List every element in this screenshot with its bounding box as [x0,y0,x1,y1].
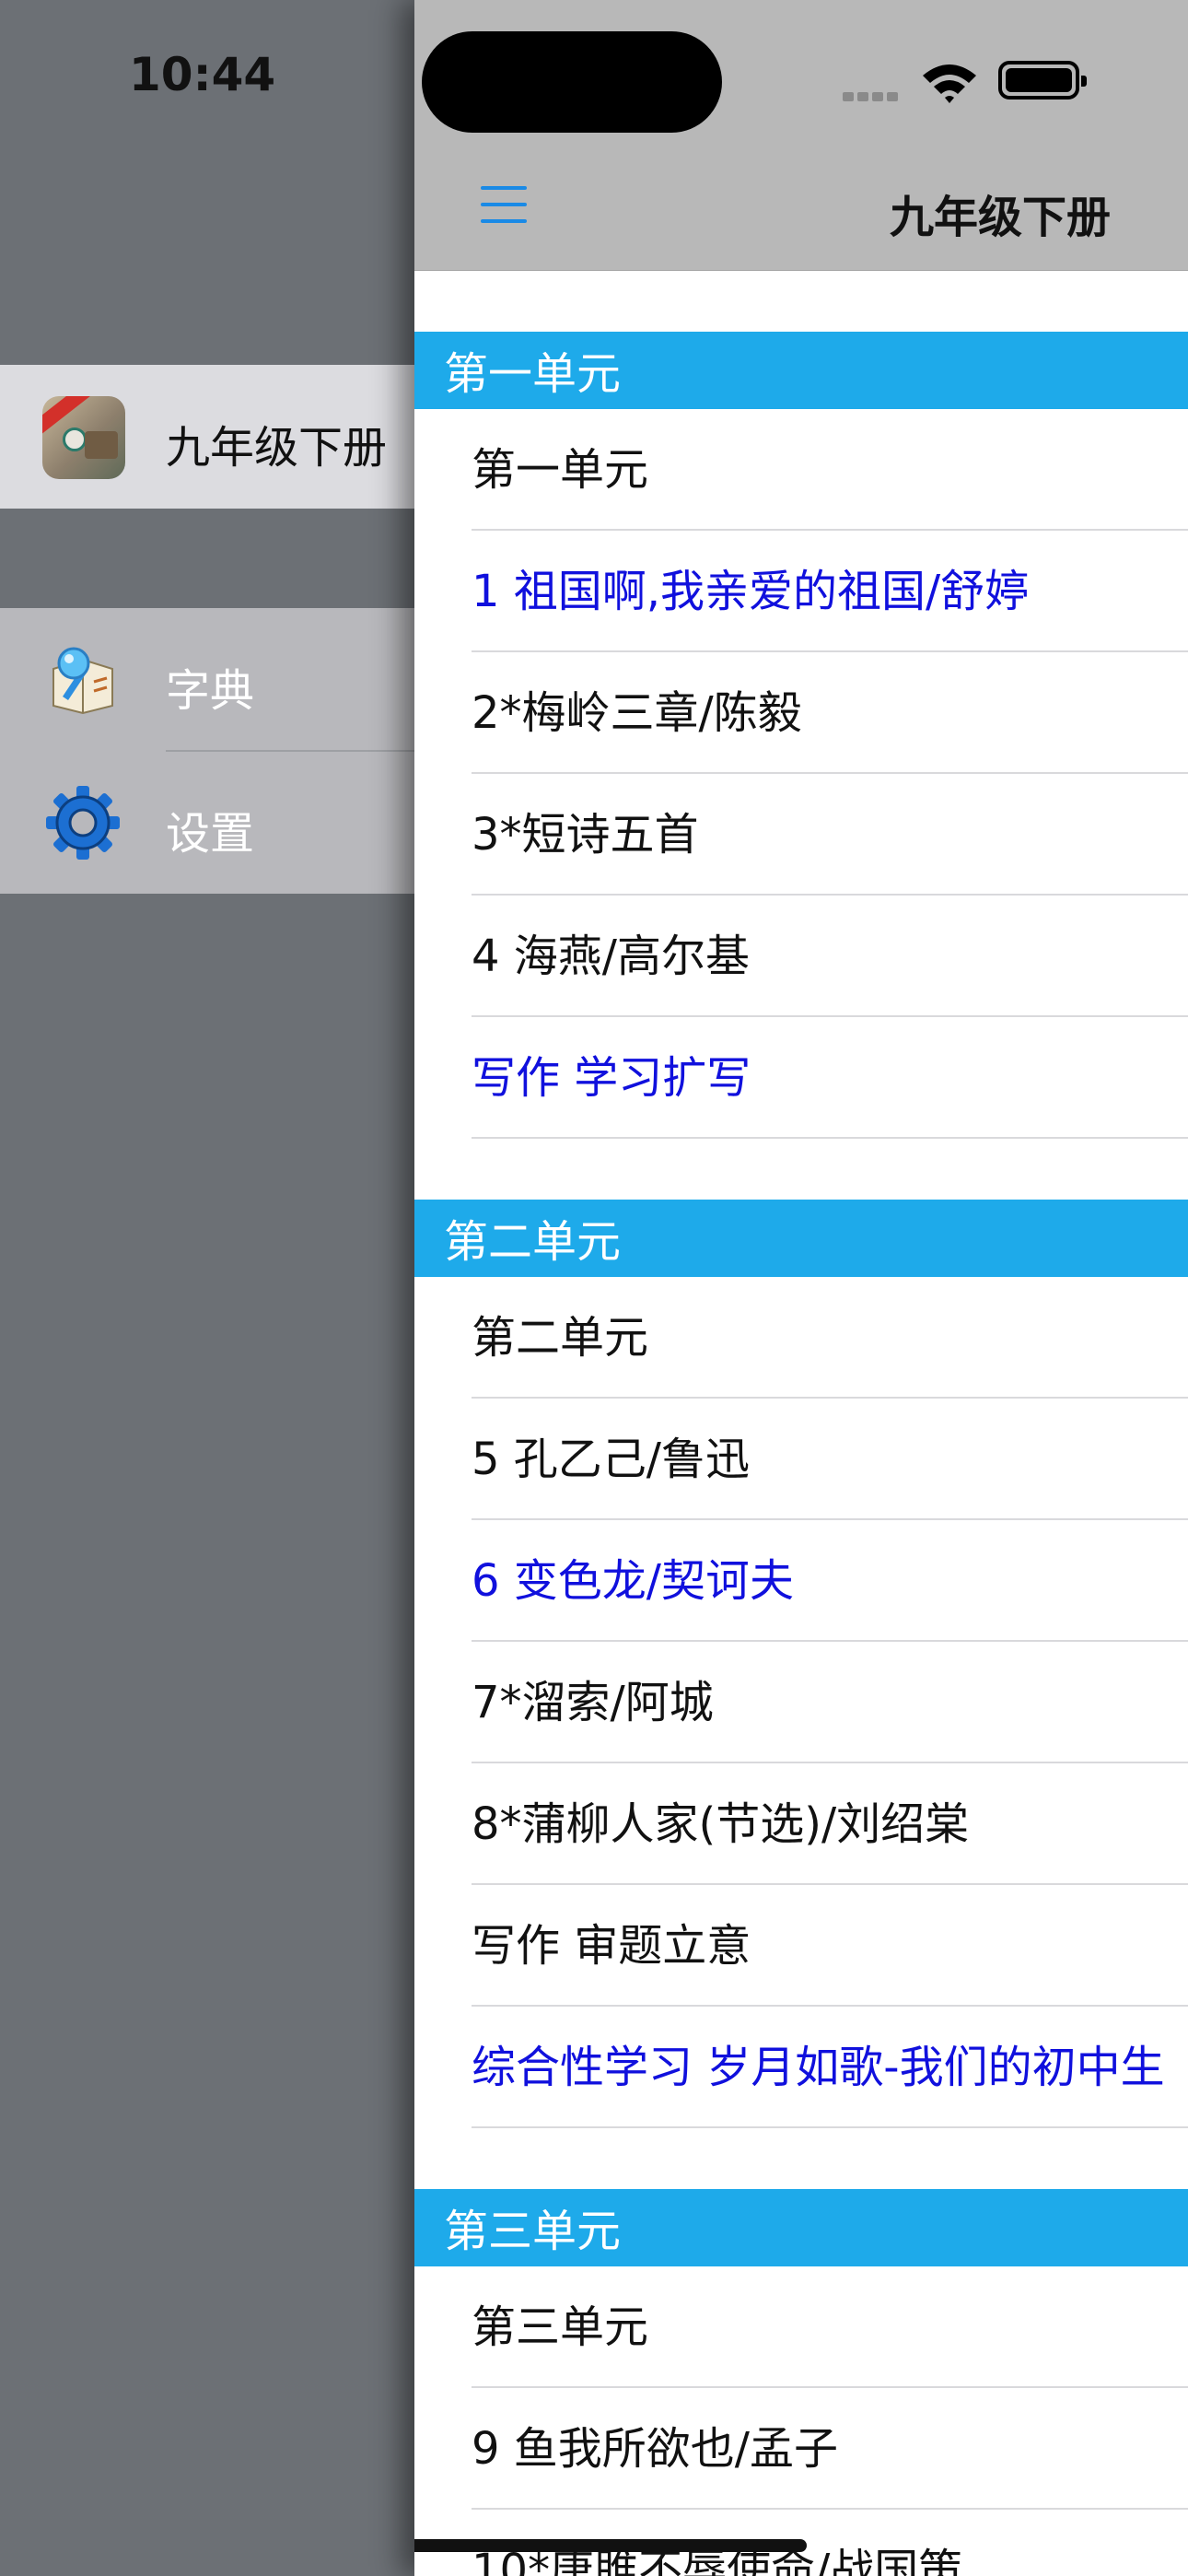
lesson-row[interactable]: 1 祖国啊,我亲爱的祖国/舒婷 [414,531,1188,652]
section-header: 第三单元 [414,2189,1188,2266]
lesson-row[interactable]: 第三单元 [414,2266,1188,2388]
wifi-icon [923,64,976,103]
lesson-list: 第一单元 第一单元 1 祖国啊,我亲爱的祖国/舒婷 2*梅岭三章/陈毅 3*短诗五首 4 … [414,271,1188,2576]
lesson-row[interactable]: 第二单元 [414,1277,1188,1399]
dictionary-icon [52,647,113,715]
lesson-row[interactable]: 3*短诗五首 [414,774,1188,896]
book-cover-icon [42,396,125,479]
side-menu-item-dictionary[interactable]: 字典 [0,608,414,751]
section-header: 第二单元 [414,1200,1188,1277]
main-panel: 九年级下册 第一单元 第一单元 1 祖国啊,我亲爱的祖国/舒婷 2*梅岭三章/陈毅 3*… [414,0,1188,2576]
status-time: 10:44 [129,48,276,101]
home-indicator [414,2539,807,2552]
hamburger-menu-icon[interactable] [481,184,527,225]
page-title: 九年级下册 [890,192,1112,243]
gear-icon [46,786,120,860]
lesson-row[interactable]: 9 鱼我所欲也/孟子 [414,2388,1188,2510]
side-menu: 10:44 九年级下册 字典 设置 [0,0,414,2576]
lesson-row[interactable]: 8*蒲柳人家(节选)/刘绍棠 [414,1763,1188,1885]
cellular-signal-icon [843,88,907,101]
lesson-row[interactable]: 4 海燕/高尔基 [414,896,1188,1017]
side-menu-item-book[interactable]: 九年级下册 [0,365,414,509]
lesson-row[interactable]: 写作 审题立意 [414,1885,1188,2007]
side-menu-tools: 字典 设置 [0,608,414,894]
lesson-row[interactable]: 7*溜索/阿城 [414,1642,1188,1763]
section-gap [414,2128,1188,2189]
lesson-row[interactable]: 2*梅岭三章/陈毅 [414,652,1188,774]
section-gap [414,271,1188,332]
lesson-row[interactable]: 写作 学习扩写 [414,1017,1188,1139]
side-menu-item-settings[interactable]: 设置 [0,751,414,894]
dynamic-island [422,31,722,133]
side-menu-dictionary-label: 字典 [166,665,255,717]
status-bar [414,0,1188,138]
battery-icon [998,61,1087,100]
section-gap [414,1139,1188,1200]
lesson-row[interactable]: 第一单元 [414,409,1188,531]
lesson-row[interactable]: 6 变色龙/契诃夫 [414,1520,1188,1642]
lesson-row[interactable]: 综合性学习 岁月如歌-我们的初中生 [414,2007,1188,2128]
side-menu-settings-label: 设置 [166,808,255,860]
navigation-bar: 九年级下册 [414,138,1188,271]
lesson-row[interactable]: 5 孔乙己/鲁迅 [414,1399,1188,1520]
section-header: 第一单元 [414,332,1188,409]
side-menu-book-label: 九年级下册 [166,422,388,474]
